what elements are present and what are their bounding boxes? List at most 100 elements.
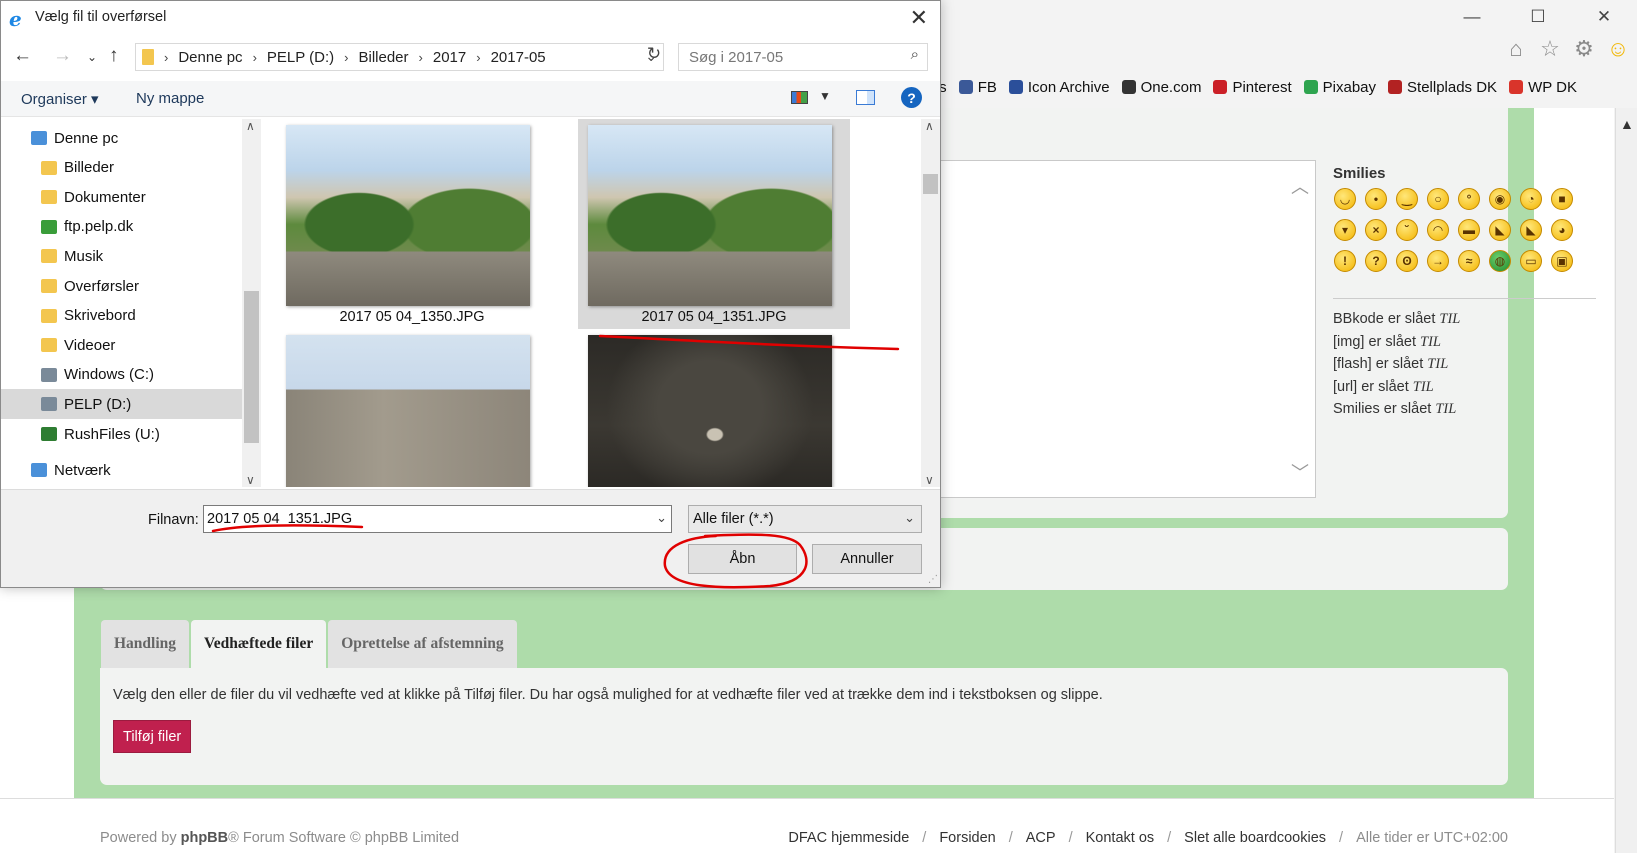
page-scrollbar[interactable]: ▲ bbox=[1615, 108, 1637, 853]
up-arrow-icon[interactable]: ↑ bbox=[109, 45, 119, 67]
phpbb-link[interactable]: phpBB bbox=[181, 830, 229, 846]
cancel-button[interactable]: Annuller bbox=[812, 544, 922, 574]
tree-item-pelp-d[interactable]: PELP (D:) bbox=[1, 389, 242, 420]
address-bar[interactable]: › Denne pc › PELP (D:) › Billeder › 2017 › 2017-0… bbox=[135, 43, 664, 71]
star-icon[interactable]: ☆ bbox=[1537, 36, 1563, 62]
files-scrollbar[interactable]: ∧ ∨ bbox=[921, 119, 940, 487]
favorite-pixabay[interactable]: Pixabay bbox=[1303, 79, 1376, 96]
footer-link[interactable]: ACP bbox=[1026, 830, 1056, 846]
chevron-down-icon[interactable]: ⌄ bbox=[904, 510, 915, 526]
tree-item-videoer[interactable]: Videoer bbox=[1, 330, 242, 360]
tree-scrollbar[interactable]: ∧ ∨ bbox=[242, 119, 261, 487]
chevron-down-icon[interactable]: ﹀ bbox=[1291, 459, 1309, 485]
favorite-icon-archive[interactable]: Icon Archive bbox=[1008, 79, 1110, 96]
favorite-wp-dk[interactable]: WP DK bbox=[1509, 79, 1577, 96]
tree-item-netværk[interactable]: Netværk bbox=[1, 455, 242, 485]
footer-link[interactable]: DFAC hjemmeside bbox=[788, 830, 909, 846]
smiley-icon[interactable]: ◍ bbox=[1489, 250, 1511, 272]
refresh-icon[interactable]: ↻ bbox=[643, 44, 665, 68]
gear-icon[interactable]: ⚙ bbox=[1571, 36, 1597, 62]
smiley-icon[interactable]: ◡ bbox=[1334, 188, 1356, 210]
scroll-down-icon[interactable]: ∨ bbox=[925, 473, 934, 487]
home-icon[interactable]: ⌂ bbox=[1503, 36, 1529, 62]
favorite-pinterest[interactable]: Pinterest bbox=[1213, 79, 1292, 96]
smiley-icon[interactable]: ▣ bbox=[1551, 250, 1573, 272]
footer-link[interactable]: Slet alle boardcookies bbox=[1184, 830, 1326, 846]
favorite-stellplads-dk[interactable]: Stellplads DK bbox=[1388, 79, 1497, 96]
breadcrumb-segment[interactable]: Billeder bbox=[359, 49, 409, 66]
chevron-down-icon[interactable]: ⌄ bbox=[656, 510, 667, 526]
file-thumbnail[interactable]: 2017 05 04_1351.JPG bbox=[578, 119, 850, 329]
tree-item-musik[interactable]: Musik bbox=[1, 241, 242, 271]
smiley-icon[interactable]: ◕ bbox=[1551, 219, 1573, 241]
chevron-right-icon[interactable]: › bbox=[476, 50, 480, 65]
favorite-one-com[interactable]: One.com bbox=[1121, 79, 1201, 96]
chevron-up-icon[interactable]: ︿ bbox=[1291, 173, 1309, 199]
scroll-up-icon[interactable]: ∧ bbox=[925, 119, 934, 133]
preview-pane-icon[interactable] bbox=[856, 90, 875, 105]
smiley-icon[interactable]: ○ bbox=[1427, 188, 1449, 210]
help-icon[interactable]: ? bbox=[901, 87, 922, 108]
file-type-select[interactable]: Alle filer (*.*) ⌄ bbox=[688, 505, 922, 533]
tree-item-overførsler[interactable]: Overførsler bbox=[1, 271, 242, 301]
minimize-button[interactable]: — bbox=[1439, 0, 1505, 34]
recent-locations-chevron-icon[interactable]: ⌄ bbox=[87, 50, 97, 64]
change-view-icon[interactable] bbox=[791, 91, 808, 104]
back-arrow-icon[interactable]: ← bbox=[13, 45, 32, 67]
scroll-up-icon[interactable]: ∧ bbox=[246, 119, 255, 133]
scroll-up-icon[interactable]: ▲ bbox=[1620, 116, 1634, 132]
tree-item-denne-pc[interactable]: Denne pc bbox=[1, 123, 242, 153]
smiley-icon[interactable]: ▭ bbox=[1520, 250, 1542, 272]
add-files-button[interactable]: Tilføj filer bbox=[113, 720, 192, 753]
tree-item-billeder[interactable]: Billeder bbox=[1, 153, 242, 183]
tree-item-dokumenter[interactable]: Dokumenter bbox=[1, 182, 242, 212]
smiley-icon[interactable]: ◉ bbox=[1489, 188, 1511, 210]
filename-input[interactable]: 2017 05 04_1351.JPG ⌄ bbox=[203, 505, 672, 533]
breadcrumb-segment[interactable]: 2017 bbox=[433, 49, 466, 66]
smiley-icon[interactable]: ˘ bbox=[1396, 219, 1418, 241]
smiley-icon[interactable]: ? bbox=[1365, 250, 1387, 272]
smiley-icon[interactable]: → bbox=[1427, 250, 1449, 272]
forward-arrow-icon[interactable]: → bbox=[53, 45, 72, 67]
footer-link[interactable]: Kontakt os bbox=[1086, 830, 1155, 846]
smiley-icon[interactable]: × bbox=[1365, 219, 1387, 241]
smiley-icon[interactable]: ◣ bbox=[1520, 219, 1542, 241]
smiley-icon[interactable]: ◠ bbox=[1427, 219, 1449, 241]
view-dropdown-icon[interactable]: ▼ bbox=[819, 89, 831, 103]
smiley-icon[interactable]: ! bbox=[1334, 250, 1356, 272]
chevron-right-icon[interactable]: › bbox=[253, 50, 257, 65]
tab-vedhæftede-filer[interactable]: Vedhæftede filer bbox=[191, 620, 327, 668]
resize-grip-icon[interactable]: ⋰ bbox=[928, 574, 938, 585]
smiley-icon[interactable]: • bbox=[1365, 188, 1387, 210]
maximize-button[interactable]: ☐ bbox=[1505, 0, 1571, 34]
tree-item-windows-c[interactable]: Windows (C:) bbox=[1, 360, 242, 390]
favorite-fb[interactable]: FB bbox=[958, 79, 997, 96]
close-icon[interactable]: ✕ bbox=[910, 5, 928, 31]
scroll-down-icon[interactable]: ∨ bbox=[246, 473, 255, 487]
breadcrumb-segment[interactable]: 2017-05 bbox=[491, 49, 546, 66]
smiley-icon[interactable]: ◔ bbox=[1520, 188, 1542, 210]
chevron-right-icon[interactable]: › bbox=[344, 50, 348, 65]
smiley-icon[interactable]: ≈ bbox=[1458, 250, 1480, 272]
open-button[interactable]: Åbn bbox=[688, 544, 797, 574]
smiley-icon[interactable]: ʘ bbox=[1396, 250, 1418, 272]
breadcrumb-segment[interactable]: PELP (D:) bbox=[267, 49, 334, 66]
search-icon[interactable]: ⌕ bbox=[911, 46, 919, 63]
close-window-button[interactable]: ✕ bbox=[1571, 0, 1637, 34]
smiley-icon[interactable]: ▬ bbox=[1458, 219, 1480, 241]
smiley-icon[interactable]: ◣ bbox=[1489, 219, 1511, 241]
file-thumbnail[interactable] bbox=[276, 335, 548, 487]
footer-link[interactable]: Forsiden bbox=[939, 830, 995, 846]
scroll-thumb[interactable] bbox=[244, 291, 259, 443]
tree-item-ftp-pelp-dk[interactable]: ftp.pelp.dk bbox=[1, 212, 242, 242]
file-thumbnail[interactable]: 2017 05 04_1350.JPG bbox=[276, 119, 548, 329]
tree-item-skrivebord[interactable]: Skrivebord bbox=[1, 301, 242, 331]
smiley-icon[interactable]: ‿ bbox=[1396, 188, 1418, 210]
smiley-icon[interactable]: ☺ bbox=[1605, 36, 1631, 62]
tab-oprettelse-af-afstemning[interactable]: Oprettelse af afstemning bbox=[328, 620, 517, 668]
chevron-right-icon[interactable]: › bbox=[164, 50, 168, 65]
tab-handling[interactable]: Handling bbox=[101, 620, 190, 668]
scroll-thumb[interactable] bbox=[923, 174, 938, 194]
smiley-icon[interactable]: ° bbox=[1458, 188, 1480, 210]
chevron-right-icon[interactable]: › bbox=[419, 50, 423, 65]
